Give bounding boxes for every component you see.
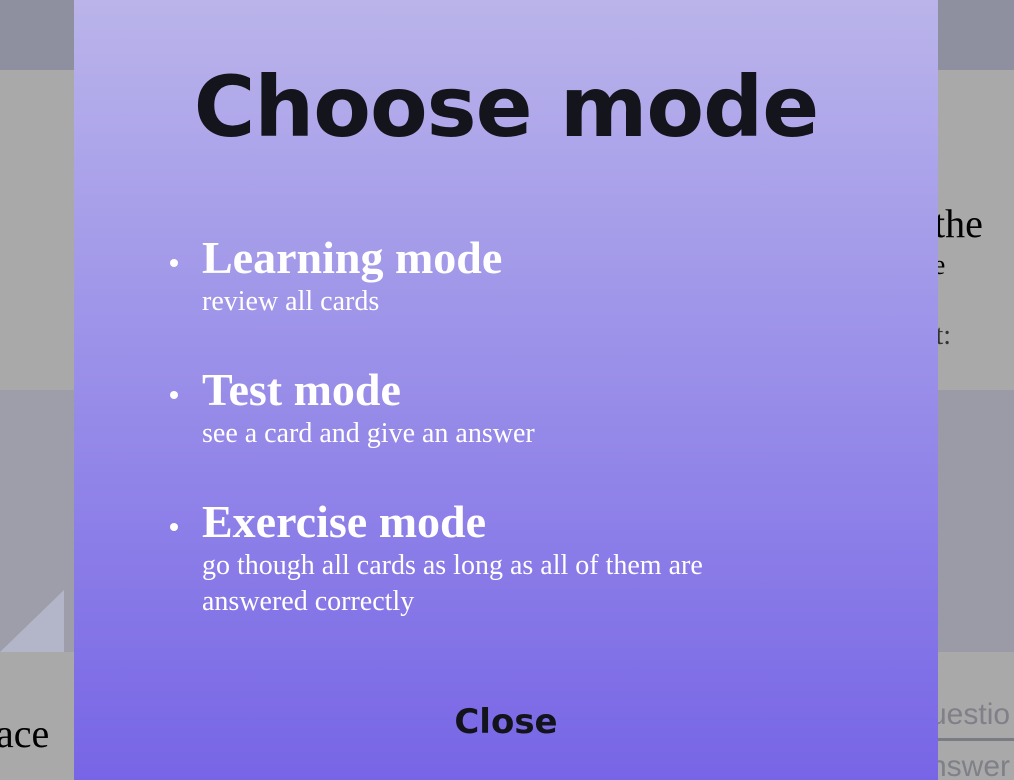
- mode-name: Test mode: [202, 364, 401, 415]
- choose-mode-modal: Choose mode Learning mode review all car…: [74, 0, 938, 780]
- mode-description: review all cards: [202, 286, 380, 317]
- mode-name: Exercise mode: [202, 496, 487, 547]
- background-footer-left: ace: [0, 652, 74, 780]
- background-panel-right: [938, 390, 1014, 652]
- answer-field-fragment[interactable]: nswer: [938, 750, 1010, 780]
- background-panel-left: [0, 390, 74, 652]
- decorative-triangle: [0, 590, 64, 652]
- question-field-fragment[interactable]: uestio: [938, 698, 1010, 732]
- field-underline: [938, 738, 1014, 741]
- background-card-left: [0, 70, 74, 436]
- background-card-right: n the ose rrect:: [938, 70, 1014, 390]
- card-meta-fragment: rrect:: [938, 320, 952, 351]
- background-form-right: uestio nswer: [938, 652, 1014, 780]
- mode-item-test[interactable]: Test mode see a card and give an answer: [74, 364, 802, 452]
- mode-item-exercise[interactable]: Exercise mode go though all cards as lon…: [74, 496, 802, 620]
- mode-item-learning[interactable]: Learning mode review all cards: [74, 232, 802, 320]
- close-button[interactable]: Close: [406, 696, 606, 748]
- mode-description: go though all cards as long as all of th…: [202, 550, 703, 617]
- mode-description: see a card and give an answer: [202, 418, 535, 449]
- modal-title: Choose mode: [193, 58, 819, 156]
- card-title-fragment: n the: [938, 201, 983, 246]
- footer-text-fragment: ace: [0, 711, 50, 756]
- mode-name: Learning mode: [202, 232, 503, 283]
- card-subtitle-fragment: ose: [938, 250, 946, 281]
